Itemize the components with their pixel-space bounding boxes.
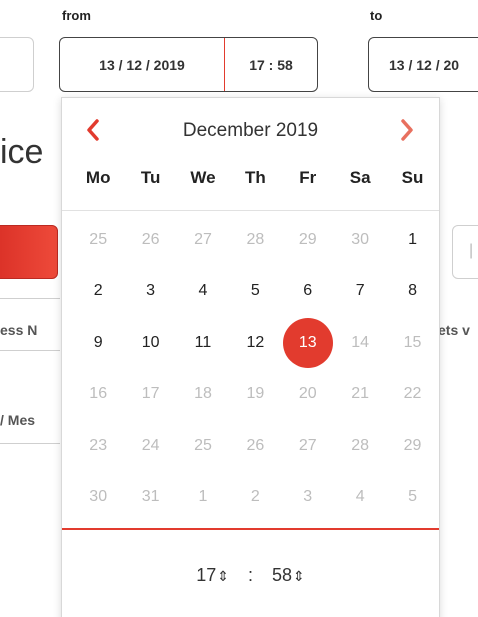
day-cell[interactable]: 19	[229, 369, 281, 421]
weekday-label: Fr	[299, 168, 317, 187]
background-divider	[0, 350, 60, 351]
weekday-header-row: Mo Tu We Th Fr Sa Su	[72, 168, 439, 188]
day-cell[interactable]: 4	[177, 266, 229, 318]
time-separator: :	[247, 565, 253, 585]
day-cell[interactable]: 24	[124, 420, 176, 472]
day-grid: 25 26 27 28 29 30 1 2 3 4 5 6 7 8 9 10 11 12 13 14 15 16 17 18 1…	[72, 214, 439, 523]
day-cell[interactable]: 22	[386, 369, 438, 421]
from-datetime-input[interactable]: 13 / 12 / 2019 17 : 58	[59, 37, 318, 92]
minute-stepper[interactable]: 58⇕	[272, 565, 305, 586]
day-cell[interactable]: 11	[177, 317, 229, 369]
day-cell[interactable]: 14	[334, 317, 386, 369]
day-cell[interactable]: 29	[386, 420, 438, 472]
day-cell[interactable]: 9	[72, 317, 124, 369]
calendar-week-row: 9 10 11 12 13 14 15	[72, 317, 439, 369]
day-cell[interactable]: 12	[229, 317, 281, 369]
from-label: from	[62, 8, 91, 23]
weekday-label: Th	[244, 168, 266, 187]
weekday-label: Mo	[85, 168, 111, 187]
day-cell[interactable]: 17	[124, 369, 176, 421]
day-cell[interactable]: 3	[124, 266, 176, 318]
day-cell[interactable]: 30	[334, 214, 386, 266]
time-picker: 17⇕ : 58⇕	[62, 565, 439, 586]
day-cell[interactable]: 1	[386, 214, 438, 266]
day-cell[interactable]: 1	[177, 472, 229, 524]
day-cell[interactable]: 26	[229, 420, 281, 472]
day-cell[interactable]: 5	[229, 266, 281, 318]
day-cell[interactable]: 28	[229, 214, 281, 266]
day-cell[interactable]: 25	[177, 420, 229, 472]
day-cell[interactable]: 5	[386, 472, 438, 524]
minute-value: 58	[272, 565, 293, 585]
calendar-divider	[62, 210, 439, 211]
from-time-field[interactable]: 17 : 58	[225, 57, 317, 73]
weekday-label: Su	[401, 168, 424, 187]
day-cell[interactable]: 21	[334, 369, 386, 421]
up-down-arrows-icon[interactable]: ⇕	[217, 568, 229, 584]
day-cell[interactable]: 6	[282, 266, 334, 318]
background-text-fragment: ess N	[0, 322, 38, 338]
background-divider	[0, 298, 60, 299]
day-cell[interactable]: 18	[177, 369, 229, 421]
hour-stepper[interactable]: 17⇕	[196, 565, 229, 586]
datetime-range-picker: ice | ess N ets v / Mes from to 13 / 12 …	[0, 0, 478, 617]
chevron-right-icon[interactable]	[395, 116, 419, 144]
day-cell[interactable]: 8	[386, 266, 438, 318]
month-title: December 2019	[182, 120, 319, 141]
background-text-fragment: / Mes	[0, 412, 36, 428]
background-red-button	[0, 225, 58, 279]
from-date-field[interactable]: 13 / 12 / 2019	[60, 38, 225, 91]
day-cell[interactable]: 31	[124, 472, 176, 524]
day-cell[interactable]: 29	[282, 214, 334, 266]
weekday-label: Tu	[140, 168, 161, 187]
selected-day-marker: 13	[282, 317, 333, 368]
day-cell[interactable]: 7	[334, 266, 386, 318]
calendar-time-divider	[62, 528, 439, 530]
day-cell[interactable]: 2	[229, 472, 281, 524]
background-outline-button: |	[452, 225, 478, 279]
calendar-popup: December 2019 Mo Tu We Th Fr Sa Su 25 26 27 28 29 3…	[61, 97, 440, 617]
weekday-label: Sa	[349, 168, 371, 187]
weekday-label: We	[190, 168, 216, 187]
day-cell[interactable]: 30	[72, 472, 124, 524]
background-text-fragment: ets v	[438, 322, 470, 338]
day-cell[interactable]: 2	[72, 266, 124, 318]
day-cell[interactable]: 15	[386, 317, 438, 369]
background-divider	[0, 443, 60, 444]
day-cell[interactable]: 27	[177, 214, 229, 266]
day-cell[interactable]: 10	[124, 317, 176, 369]
calendar-week-row: 2345678	[72, 266, 439, 318]
day-cell[interactable]: 25	[72, 214, 124, 266]
day-cell[interactable]: 28	[334, 420, 386, 472]
hour-value: 17	[196, 565, 217, 585]
day-cell[interactable]: 23	[72, 420, 124, 472]
up-down-arrows-icon[interactable]: ⇕	[293, 568, 305, 584]
previous-field-stub	[0, 37, 34, 92]
day-cell[interactable]: 3	[282, 472, 334, 524]
calendar-header: December 2019	[62, 98, 439, 162]
day-cell[interactable]: 26	[124, 214, 176, 266]
to-label: to	[370, 8, 383, 23]
day-cell[interactable]: 27	[282, 420, 334, 472]
calendar-week-row: 25 26 27 28 29 30 1	[72, 214, 439, 266]
day-cell[interactable]: 20	[282, 369, 334, 421]
day-cell-selected[interactable]: 13	[282, 317, 334, 369]
calendar-week-row: 23 24 25 26 27 28 29	[72, 420, 439, 472]
day-cell[interactable]: 16	[72, 369, 124, 421]
to-date-field[interactable]: 13 / 12 / 20	[368, 37, 478, 92]
background-heading-fragment: ice	[0, 133, 44, 171]
calendar-week-row: 30 31 1 2 3 4 5	[72, 472, 439, 524]
calendar-week-row: 16 17 18 19 20 21 22	[72, 369, 439, 421]
day-cell[interactable]: 4	[334, 472, 386, 524]
